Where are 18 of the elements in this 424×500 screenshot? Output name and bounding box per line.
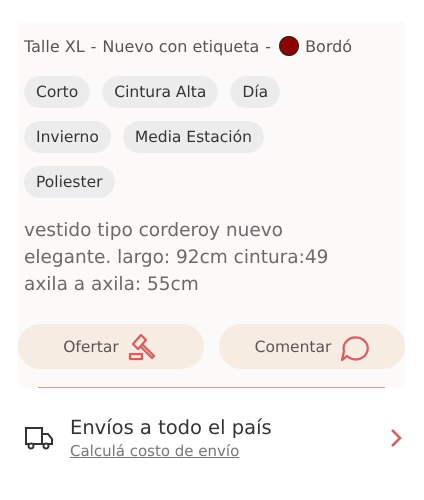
tag-chip[interactable]: Cintura Alta xyxy=(102,76,218,108)
size-label: Talle XL xyxy=(24,36,85,56)
color-label: Bordó xyxy=(305,36,352,56)
truck-icon xyxy=(24,426,54,450)
description: vestido tipo corderoy nuevo elegante. largo: 92cm cintura:49 axila a axila: 55cm xyxy=(23,219,330,297)
tag-chip[interactable]: Media Estación xyxy=(122,121,264,153)
condition-label: Nuevo con etiqueta xyxy=(102,36,260,56)
comment-button[interactable]: Comentar xyxy=(219,324,405,369)
tag-chip[interactable]: Día xyxy=(230,76,280,108)
shipping-title: Envíos a todo el país xyxy=(70,416,273,439)
separator: - xyxy=(265,36,272,56)
separator: - xyxy=(90,36,96,56)
tag-chip[interactable]: Poliester xyxy=(24,166,114,198)
tag-chip[interactable]: Corto xyxy=(24,76,90,108)
tag-chip[interactable]: Invierno xyxy=(24,121,111,153)
offer-button[interactable]: Ofertar xyxy=(18,324,204,369)
shipping-cost-link[interactable]: Calculá costo de envío xyxy=(70,442,240,460)
chevron-right-icon[interactable] xyxy=(390,428,402,448)
